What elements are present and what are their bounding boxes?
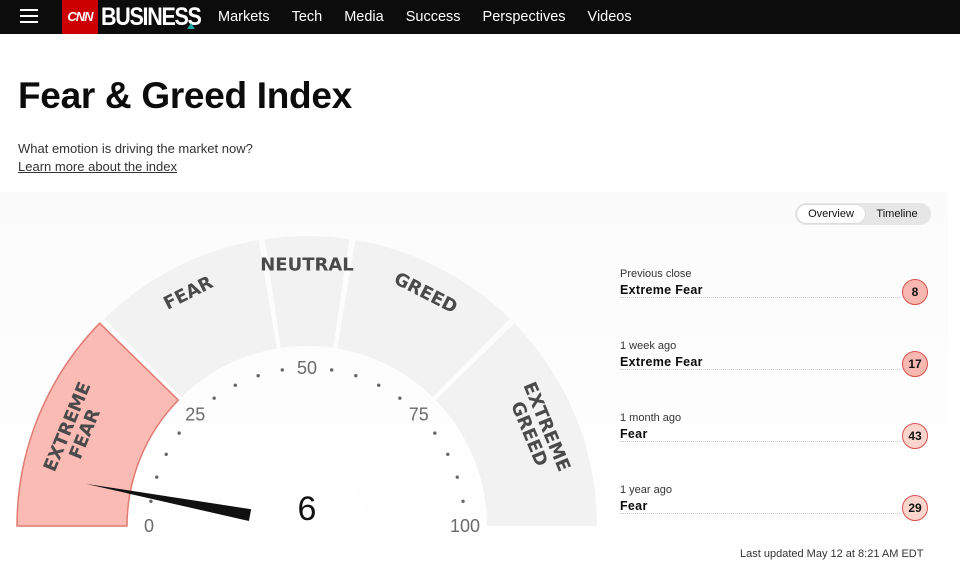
nav-item-success[interactable]: Success — [406, 0, 461, 34]
overview-tab[interactable]: Overview — [797, 205, 865, 223]
history-score-badge: 8 — [902, 279, 928, 305]
gauge-tick-dot — [280, 368, 284, 372]
gauge-tick-dot — [377, 383, 381, 387]
menu-icon[interactable] — [20, 8, 38, 24]
page-title: Fear & Greed Index — [18, 75, 352, 116]
history-label: 1 month ago — [620, 412, 682, 424]
history-item-1-year: 1 year ago Fear 29 — [620, 484, 930, 534]
gauge-tick-dot — [149, 499, 153, 503]
gauge-tick-dot — [461, 499, 465, 503]
history-rating: Fear — [620, 427, 648, 441]
nav-item-media[interactable]: Media — [344, 0, 384, 34]
dotted-leader — [620, 297, 900, 298]
gauge-tick-dot — [330, 368, 334, 372]
last-updated-text: Last updated May 12 at 8:21 AM EDT — [740, 548, 924, 560]
section-nav: Markets Tech Media Success Perspectives … — [218, 0, 654, 34]
gauge-tick-dot — [398, 396, 402, 400]
gauge-tick-label: 100 — [450, 516, 480, 536]
gauge-tick-dot — [164, 452, 168, 456]
nav-item-perspectives[interactable]: Perspectives — [483, 0, 566, 34]
history-label: Previous close — [620, 268, 692, 280]
dotted-leader — [620, 369, 900, 370]
history-rating: Fear — [620, 499, 648, 513]
gauge-tick-label: 25 — [185, 404, 205, 424]
gauge-tick-dot — [212, 396, 216, 400]
business-logo-text[interactable]: BUSINESS — [101, 0, 202, 34]
timeline-tab[interactable]: Timeline — [865, 205, 929, 223]
gauge-tick-dot — [433, 431, 437, 435]
gauge-segment-label-line: NEUTRAL — [260, 254, 354, 275]
gauge-segment-label: NEUTRAL — [260, 254, 354, 275]
gauge-tick-dot — [233, 383, 237, 387]
history-rating: Extreme Fear — [620, 355, 703, 369]
gauge-tick-dot — [256, 374, 260, 378]
dotted-leader — [620, 513, 900, 514]
history-item-1-week: 1 week ago Extreme Fear 17 — [620, 340, 930, 390]
nav-item-videos[interactable]: Videos — [588, 0, 632, 34]
gauge-value: 6 — [298, 490, 317, 528]
gauge-segment-neutral — [264, 236, 350, 348]
top-nav-bar: CNN BUSINESS Markets Tech Media Success … — [0, 0, 960, 34]
gauge-tick-label: 50 — [297, 358, 317, 378]
history-item-previous-close: Previous close Extreme Fear 8 — [620, 268, 930, 318]
nav-item-markets[interactable]: Markets — [218, 0, 270, 34]
gauge-tick-dot — [177, 431, 181, 435]
nav-item-tech[interactable]: Tech — [292, 0, 323, 34]
history-item-1-month: 1 month ago Fear 43 — [620, 412, 930, 462]
history-rating: Extreme Fear — [620, 283, 703, 297]
history-label: 1 week ago — [620, 340, 677, 352]
gauge-tick-label: 0 — [144, 516, 154, 536]
gauge-tick-dot — [354, 374, 358, 378]
history-score-badge: 17 — [902, 351, 928, 377]
gauge-tick-dot — [455, 475, 459, 479]
gauge-tick-dot — [446, 452, 450, 456]
cnn-logo[interactable]: CNN — [62, 0, 98, 34]
learn-more-link[interactable]: Learn more about the index — [18, 159, 177, 174]
history-score-badge: 29 — [902, 495, 928, 521]
gauge-tick-label: 75 — [409, 404, 429, 424]
dotted-leader — [620, 441, 900, 442]
view-toggle: Overview Timeline — [795, 203, 931, 225]
fear-greed-gauge: 0255075100 EXTREMEFEARFEARNEUTRALGREEDEX… — [16, 236, 597, 540]
logo-accent-icon — [187, 23, 195, 29]
history-label: 1 year ago — [620, 484, 672, 496]
history-score-badge: 43 — [902, 423, 928, 449]
page-subtitle: What emotion is driving the market now? — [18, 141, 253, 156]
gauge-tick-dot — [155, 475, 159, 479]
